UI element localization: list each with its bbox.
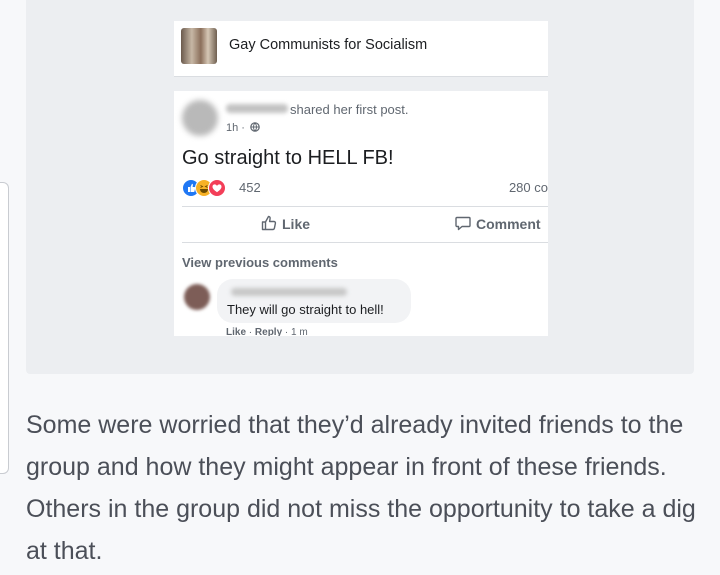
post-time[interactable]: 1h · <box>226 122 245 134</box>
comment-actions: Like · Reply · 1 m <box>226 327 308 336</box>
comment-bubble: They will go straight to hell! <box>217 279 411 323</box>
author-avatar-blurred[interactable] <box>182 100 218 136</box>
commenter-name-blurred[interactable] <box>231 288 347 296</box>
comment-button[interactable]: Comment <box>454 214 541 232</box>
globe-icon <box>250 122 260 132</box>
love-reaction-icon <box>208 179 226 197</box>
comment-button-label: Comment <box>476 216 541 232</box>
comment-action-separator: · <box>246 327 255 336</box>
author-name-blurred[interactable] <box>226 104 288 113</box>
group-header[interactable]: Gay Communists for Socialism <box>174 21 548 77</box>
post-text: Go straight to HELL FB! <box>182 147 394 169</box>
side-tab <box>0 182 9 474</box>
group-name[interactable]: Gay Communists for Socialism <box>229 37 427 53</box>
divider <box>182 206 548 207</box>
post-card: shared her first post. 1h · Go straight … <box>174 91 548 336</box>
group-avatar[interactable] <box>181 28 217 64</box>
thumbs-up-icon <box>261 215 277 231</box>
like-button-label: Like <box>282 216 311 232</box>
post-meta: 1h · <box>226 122 260 134</box>
article-paragraph: Some were worried that they’d already in… <box>26 411 696 565</box>
shared-post-text: shared her first post. <box>290 102 409 117</box>
like-button[interactable]: Like <box>260 214 310 232</box>
comment-icon <box>455 216 471 231</box>
comment-text: They will go straight to hell! <box>227 302 384 317</box>
divider <box>182 242 548 243</box>
comment-time: · 1 m <box>282 327 308 336</box>
view-previous-comments-link[interactable]: View previous comments <box>182 255 338 270</box>
comments-count[interactable]: 280 co <box>509 180 548 195</box>
comment-reply-link[interactable]: Reply <box>255 327 282 336</box>
commenter-avatar-blurred[interactable] <box>184 284 210 310</box>
reaction-count: 452 <box>239 180 261 195</box>
comment-like-link[interactable]: Like <box>226 327 246 336</box>
